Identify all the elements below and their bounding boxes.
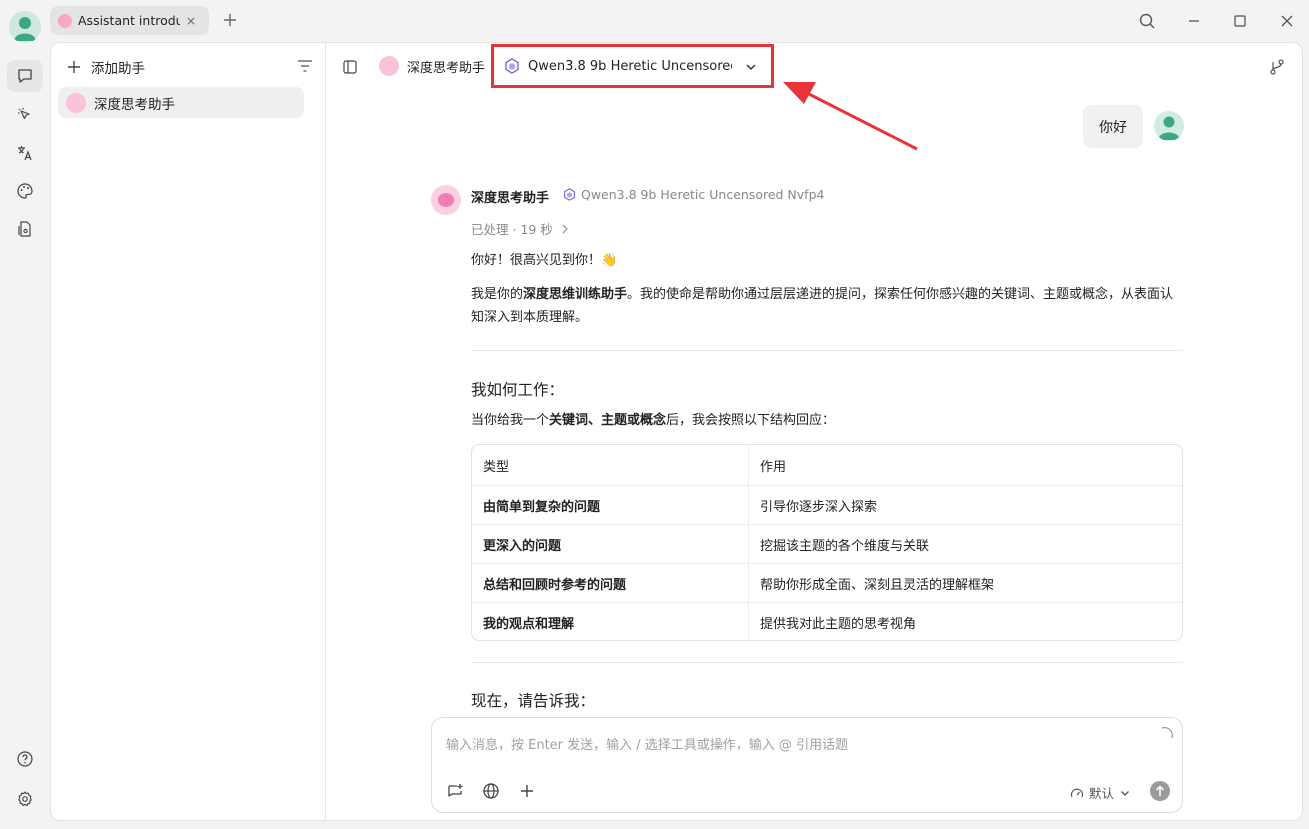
chat-icon[interactable] (7, 60, 43, 92)
sidebar-item-label: 深度思考助手 (94, 96, 175, 113)
gauge-icon (1070, 788, 1084, 797)
brain-icon (58, 13, 72, 28)
processed-label: 已处理 · 19 秒 (471, 222, 553, 237)
assistant-sidebar: 添加助手 深度思考助手 (51, 43, 326, 820)
intro-paragraph: 我是你的深度思维训练助手。我的使命是帮助你通过层层递进的提问，探索任何你感兴趣的… (471, 287, 1174, 325)
message-composer[interactable]: 输入消息，按 Enter 发送，输入 / 选择工具或操作，输入 @ 引用话题 默… (431, 717, 1183, 813)
structure-table: 类型 作用 由简单到复杂的问题 引导你逐步深入探索 更深入的问题 挖掘该主题的各… (471, 444, 1183, 641)
close-window-icon[interactable] (1278, 12, 1296, 30)
model-logo-icon (505, 58, 519, 74)
brain-icon (379, 56, 399, 76)
chevron-right-icon (562, 224, 568, 233)
model-logo-icon (564, 188, 575, 201)
palette-icon[interactable] (7, 175, 43, 207)
now-heading: 现在，请告诉我： (471, 692, 596, 710)
table-cell: 由简单到复杂的问题 (472, 486, 749, 524)
brain-icon (66, 92, 86, 113)
header-assistant[interactable]: 深度思考助手 (379, 56, 485, 76)
sidebar-item-deep-thinking-assistant[interactable]: 深度思考助手 (58, 87, 304, 118)
user-avatar (1154, 111, 1184, 141)
add-assistant-label: 添加助手 (91, 61, 145, 77)
how-paragraph: 当你给我一个关键词、主题或概念后，我会按照以下结构回应： (471, 413, 836, 428)
file-icon[interactable] (7, 213, 43, 245)
add-attachment-plus-icon[interactable] (518, 782, 536, 800)
greeting-text: 你好！很高兴见到你！👋 (471, 253, 618, 268)
assistant-model-name: Qwen3.8 9b Heretic Uncensored Nvfp4 (581, 187, 825, 202)
settings-gear-icon[interactable] (7, 783, 43, 815)
tab-assistant-introduction[interactable]: Assistant introdu × (50, 6, 209, 35)
user-avatar-icon[interactable] (9, 11, 41, 43)
table-header-cell: 作用 (760, 459, 787, 475)
brain-icon (438, 193, 454, 207)
table-cell: 更深入的问题 (472, 525, 749, 563)
sort-filter-icon[interactable] (297, 59, 313, 73)
agent-sparkle-icon[interactable] (7, 99, 43, 131)
send-button[interactable] (1150, 781, 1170, 801)
web-search-globe-icon[interactable] (482, 782, 500, 800)
branch-icon[interactable] (1270, 59, 1284, 75)
new-tab-plus-icon[interactable] (222, 12, 238, 28)
sidebar-toggle-icon[interactable] (343, 60, 357, 74)
assistant-model-tag: Qwen3.8 9b Heretic Uncensored Nvfp4 (563, 187, 824, 202)
minimize-icon[interactable] (1185, 12, 1203, 30)
table-row: 更深入的问题 挖掘该主题的各个维度与关联 (472, 524, 1182, 563)
search-icon[interactable] (1138, 12, 1156, 30)
table-cell: 引导你逐步深入探索 (760, 499, 878, 515)
table-cell: 挖掘该主题的各个维度与关联 (760, 538, 930, 554)
divider (471, 350, 1183, 351)
model-selector[interactable]: Qwen3.8 9b Heretic Uncensored ... (491, 44, 774, 88)
tab-close-icon[interactable]: × (186, 14, 196, 28)
assistant-avatar (431, 185, 461, 215)
main-panel: 添加助手 深度思考助手 深度思考助手 Qwen3.8 9b Heretic Un… (50, 42, 1303, 821)
translate-icon[interactable] (7, 137, 43, 169)
plus-icon (68, 61, 80, 73)
chat-area: 深度思考助手 Qwen3.8 9b Heretic Uncensored ...… (327, 43, 1302, 820)
table-cell: 我的观点和理解 (472, 603, 749, 640)
tab-title: Assistant introdu (78, 13, 180, 28)
new-topic-icon[interactable] (446, 782, 464, 800)
table-header-cell: 类型 (472, 445, 749, 485)
chevron-down-icon (746, 64, 756, 71)
maximize-icon[interactable] (1231, 12, 1249, 30)
add-assistant-button[interactable]: 添加助手 (67, 57, 145, 77)
how-heading: 我如何工作： (471, 381, 565, 399)
help-icon[interactable] (7, 743, 43, 775)
loading-spinner-icon (1161, 727, 1173, 739)
model-selector-label: Qwen3.8 9b Heretic Uncensored ... (528, 58, 732, 74)
table-row: 我的观点和理解 提供我对此主题的思考视角 (472, 602, 1182, 640)
table-row: 由简单到复杂的问题 引导你逐步深入探索 (472, 485, 1182, 524)
table-cell: 帮助你形成全面、深刻且灵活的理解框架 (760, 577, 995, 593)
chevron-down-icon (1121, 790, 1129, 796)
user-message: 你好 (1083, 105, 1143, 148)
chat-header: 深度思考助手 Qwen3.8 9b Heretic Uncensored ... (327, 43, 1302, 91)
divider (471, 662, 1183, 663)
reasoning-mode-label: 默认 (1089, 786, 1115, 801)
title-bar: Assistant introdu × (0, 0, 1309, 43)
table-cell: 提供我对此主题的思考视角 (760, 616, 917, 632)
thinking-toggle[interactable]: 已处理 · 19 秒 (471, 219, 569, 238)
table-row: 总结和回顾时参考的问题 帮助你形成全面、深刻且灵活的理解框架 (472, 563, 1182, 602)
arrow-up-icon (1155, 785, 1165, 796)
reasoning-mode-selector[interactable]: 默认 (1070, 783, 1130, 802)
table-header-row: 类型 作用 (472, 445, 1182, 485)
message-input[interactable]: 输入消息，按 Enter 发送，输入 / 选择工具或操作，输入 @ 引用话题 (446, 734, 848, 753)
table-cell: 总结和回顾时参考的问题 (472, 564, 749, 602)
header-assistant-name: 深度思考助手 (407, 60, 486, 76)
assistant-name: 深度思考助手 (471, 191, 550, 206)
